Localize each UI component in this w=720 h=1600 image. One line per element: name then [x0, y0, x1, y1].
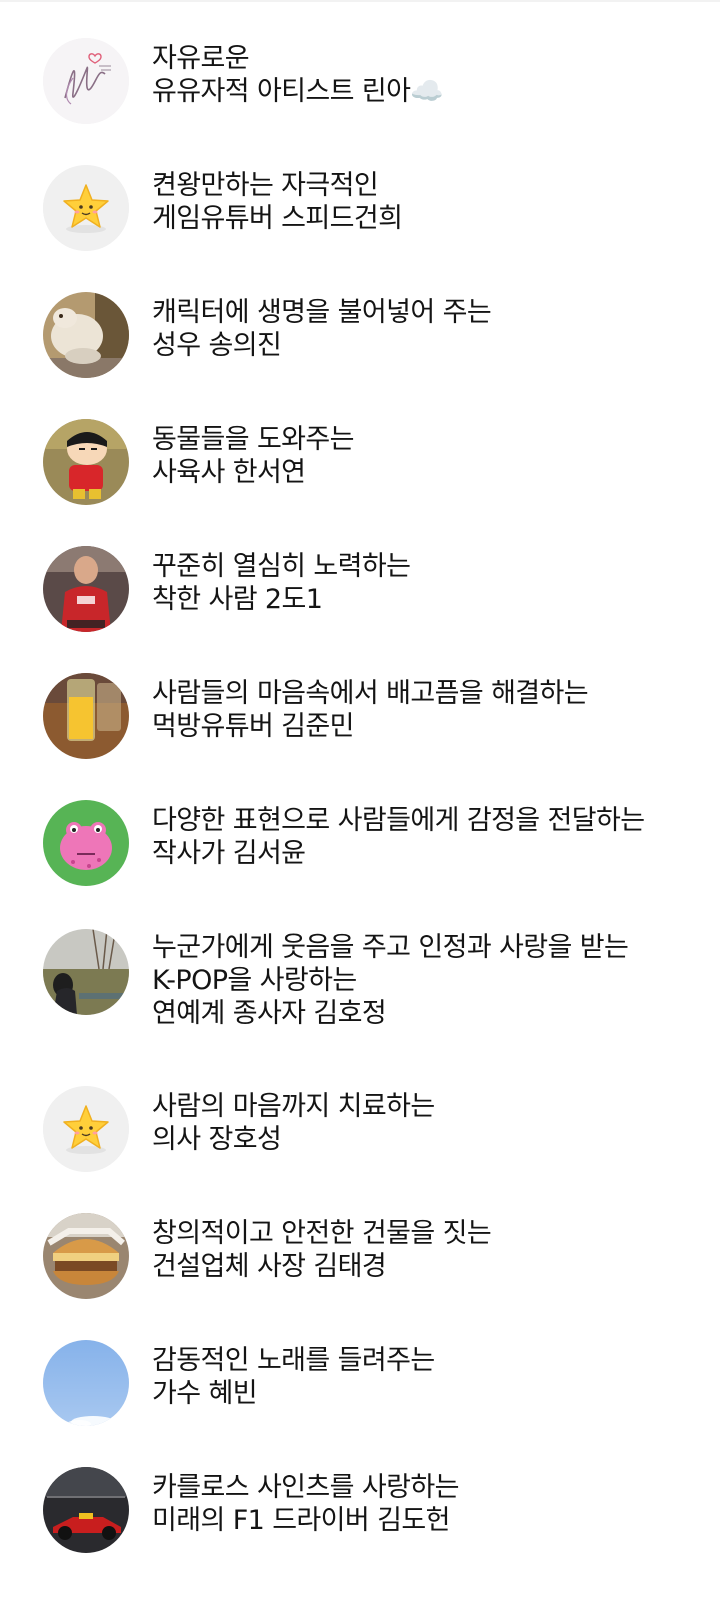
blue-sky-photo-avatar [43, 1340, 129, 1426]
profile-line: 창의적이고 안전한 건물을 짓는 [152, 1218, 492, 1249]
profile-line: 누군가에게 웃음을 주고 인정과 사랑을 받는 [152, 932, 629, 963]
profile-line: 게임유튜버 스피드건희 [152, 203, 403, 234]
profile-line: 꾸준히 열심히 노력하는 [152, 551, 411, 582]
profile-text: 누군가에게 웃음을 주고 인정과 사랑을 받는 K-POP을 사랑하는 연예계 … [152, 931, 712, 1030]
profile-text: 꾸준히 열심히 노력하는 착한 사람 2도1 [152, 550, 712, 616]
profile-line: 동물들을 도와주는 [152, 424, 355, 455]
profile-line: 먹방유튜버 김준민 [152, 711, 355, 742]
profile-line: 연예계 종사자 김호정 [152, 998, 387, 1029]
profile-line: 사람들의 마음속에서 배고픔을 해결하는 [152, 678, 589, 709]
profile-line: 성우 송의진 [152, 330, 282, 361]
star-emoji-avatar [43, 165, 129, 251]
top-divider [0, 0, 720, 2]
profile-line: K-POP을 사랑하는 [152, 965, 357, 996]
profile-line: 착한 사람 2도1 [152, 584, 323, 615]
profile-text: 캐릭터에 생명을 불어넣어 주는 성우 송의진 [152, 296, 712, 362]
profile-line: 건설업체 사장 김태경 [152, 1251, 387, 1282]
list-item[interactable]: 자유로운 유유자적 아티스트 린아☁️ [0, 38, 720, 138]
star-emoji-avatar [43, 1086, 129, 1172]
f1-race-car-photo-avatar [43, 1467, 129, 1553]
profile-line: 사람의 마음까지 치료하는 [152, 1091, 435, 1122]
list-item[interactable]: 사람의 마음까지 치료하는 의사 장호성 [0, 1086, 720, 1186]
profile-text: 감동적인 노래를 들려주는 가수 혜빈 [152, 1344, 712, 1410]
profile-line: 미래의 F1 드라이버 김도헌 [152, 1505, 450, 1536]
list-item[interactable]: 누군가에게 웃음을 주고 인정과 사랑을 받는 K-POP을 사랑하는 연예계 … [0, 927, 720, 1047]
list-item[interactable]: 켠왕만하는 자극적인 게임유튜버 스피드건희 [0, 165, 720, 265]
profile-line: 카를로스 사인츠를 사랑하는 [152, 1472, 459, 1503]
list-item[interactable]: 감동적인 노래를 들려주는 가수 혜빈 [0, 1340, 720, 1440]
cartoon-boy-avatar [43, 419, 129, 505]
profile-text: 창의적이고 안전한 건물을 짓는 건설업체 사장 김태경 [152, 1217, 712, 1283]
profile-text: 동물들을 도와주는 사육사 한서연 [152, 423, 712, 489]
profile-text: 다양한 표현으로 사람들에게 감정을 전달하는 작사가 김서윤 [152, 804, 712, 870]
person-red-shirt-photo-avatar [43, 546, 129, 632]
profile-text: 사람들의 마음속에서 배고픔을 해결하는 먹방유튜버 김준민 [152, 677, 712, 743]
profile-line: 자유로운 [152, 43, 250, 74]
list-item[interactable]: 꾸준히 열심히 노력하는 착한 사람 2도1 [0, 546, 720, 646]
list-item[interactable]: 창의적이고 안전한 건물을 짓는 건설업체 사장 김태경 [0, 1213, 720, 1313]
profile-text: 켠왕만하는 자극적인 게임유튜버 스피드건희 [152, 169, 712, 235]
stuffed-toy-photo-avatar [43, 292, 129, 378]
profile-line: 사육사 한서연 [152, 457, 306, 488]
list-item[interactable]: 카를로스 사인츠를 사랑하는 미래의 F1 드라이버 김도헌 [0, 1467, 720, 1567]
profile-line: 작사가 김서윤 [152, 838, 306, 869]
profile-line: 감동적인 노래를 들려주는 [152, 1345, 435, 1376]
list-item[interactable]: 동물들을 도와주는 사육사 한서연 [0, 419, 720, 519]
list-item[interactable]: 다양한 표현으로 사람들에게 감정을 전달하는 작사가 김서윤 [0, 800, 720, 900]
profile-line: 캐릭터에 생명을 불어넣어 주는 [152, 297, 492, 328]
profile-line: 가수 혜빈 [152, 1378, 258, 1409]
orange-juice-photo-avatar [43, 673, 129, 759]
profile-line: 켠왕만하는 자극적인 [152, 170, 379, 201]
profile-line: 의사 장호성 [152, 1124, 282, 1155]
list-item[interactable]: 캐릭터에 생명을 불어넣어 주는 성우 송의진 [0, 292, 720, 392]
burger-photo-avatar [43, 1213, 129, 1299]
profile-text: 자유로운 유유자적 아티스트 린아☁️ [152, 42, 712, 108]
profile-line: 유유자적 아티스트 린아☁️ [152, 76, 444, 107]
signature-heart-avatar [43, 38, 129, 124]
list-item[interactable]: 사람들의 마음속에서 배고픔을 해결하는 먹방유튜버 김준민 [0, 673, 720, 773]
outdoor-person-photo-avatar [43, 929, 129, 1015]
profile-line: 다양한 표현으로 사람들에게 감정을 전달하는 [152, 805, 645, 836]
pink-frog-character-avatar [43, 800, 129, 886]
profile-text: 사람의 마음까지 치료하는 의사 장호성 [152, 1090, 712, 1156]
profile-text: 카를로스 사인츠를 사랑하는 미래의 F1 드라이버 김도헌 [152, 1471, 712, 1537]
